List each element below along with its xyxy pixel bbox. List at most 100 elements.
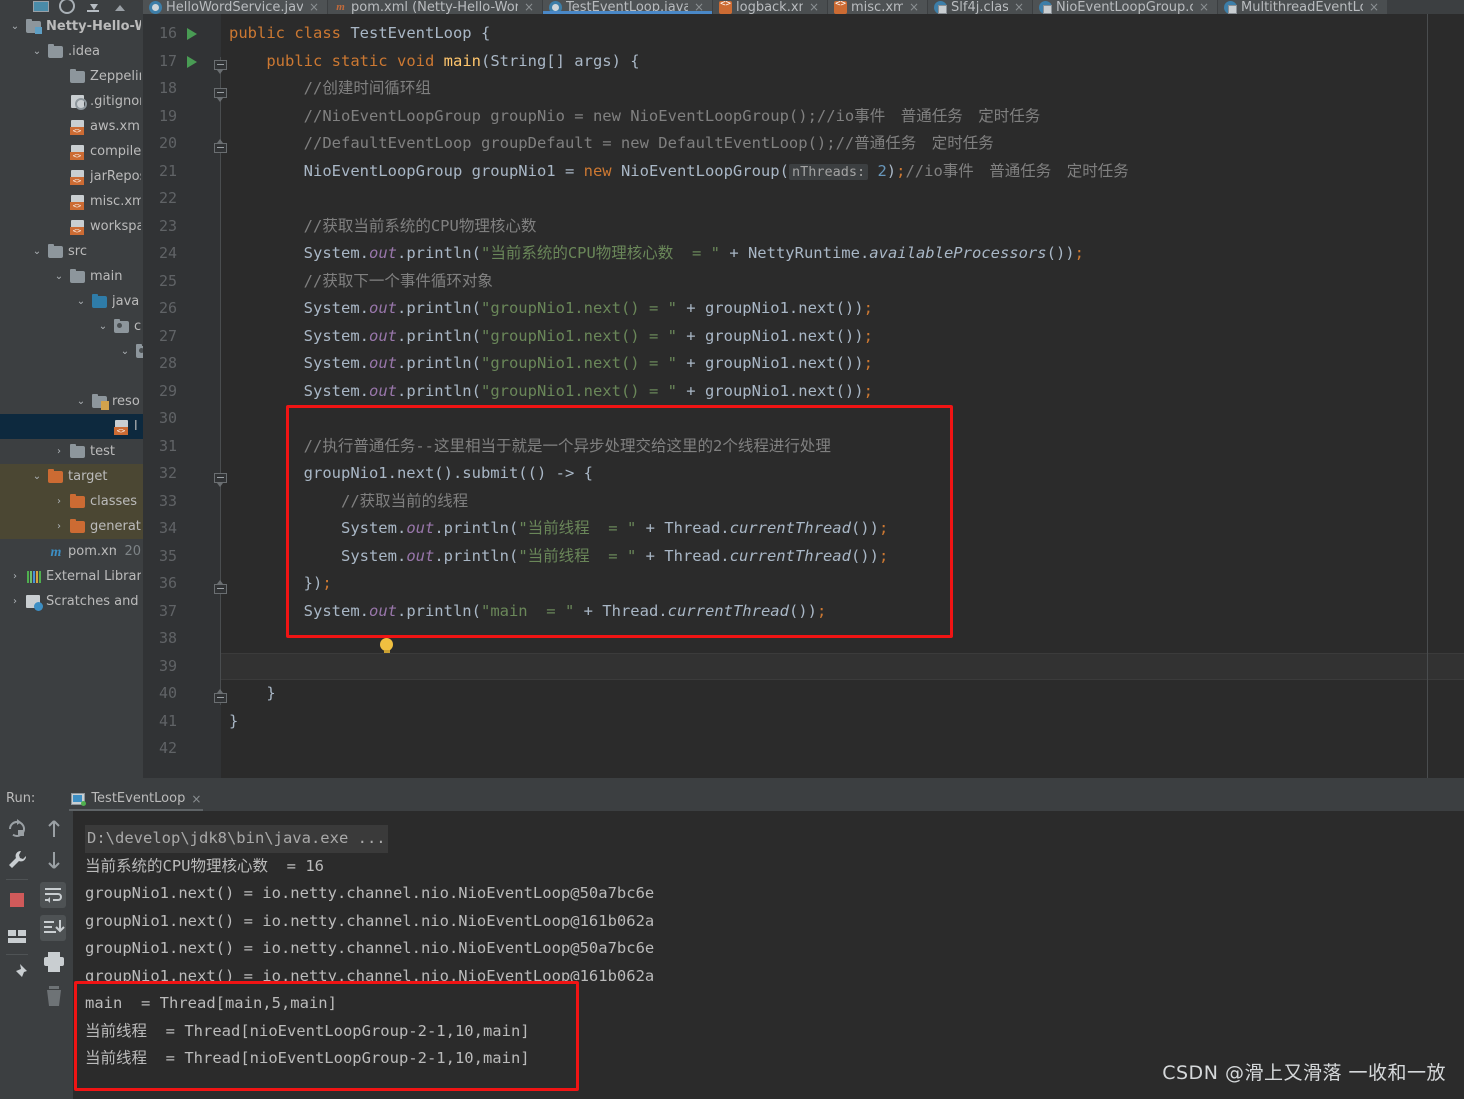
console-output[interactable]: D:\develop\jdk8\bin\java.exe ... 当前系统的CPU…: [73, 811, 1464, 1099]
tree-node-pom-xml[interactable]: ›mpom.xml20: [0, 539, 143, 564]
editor-tab-slf4j-class[interactable]: Slf4j.class ×: [928, 0, 1033, 14]
code-line-23[interactable]: //获取当前系统的CPU物理核心数: [229, 213, 537, 241]
tree-node-gitignor[interactable]: ›.gitignor: [0, 89, 143, 114]
code-line-21[interactable]: NioEventLoopGroup groupNio1 = new NioEve…: [229, 158, 1129, 186]
tree-node-generate[interactable]: › generate: [0, 514, 143, 539]
chevron-right-icon[interactable]: ›: [52, 521, 66, 532]
tree-node-aws-xml[interactable]: ›<>aws.xml: [0, 114, 143, 139]
editor-tab-nioeventloopgroup-class[interactable]: NioEventLoopGroup.class ×: [1033, 0, 1218, 14]
tree-node-l[interactable]: ›<>l: [0, 414, 143, 439]
print-icon[interactable]: [41, 949, 67, 975]
code-line-20[interactable]: //DefaultEventLoop groupDefault = new De…: [229, 130, 994, 158]
code-line-29[interactable]: System.out.println("groupNio1.next() = "…: [229, 378, 873, 406]
close-icon[interactable]: ×: [694, 0, 704, 14]
code-editor[interactable]: 16 17 18 19 20 21 22 23 24 25 26 27 28 29 30 31 32 33 34 35…: [143, 14, 1464, 778]
project-icon[interactable]: [32, 0, 50, 14]
tree-node-misc-xml[interactable]: ›<>misc.xml: [0, 189, 143, 214]
tree-node-external-librarie[interactable]: › External Librarie: [0, 564, 143, 589]
chevron-down-icon[interactable]: ⌄: [30, 46, 44, 57]
tree-node-java[interactable]: ⌄ java: [0, 289, 143, 314]
code-line-32[interactable]: groupNio1.next().submit(() -> {: [229, 460, 593, 488]
code-line-34[interactable]: System.out.println("当前线程 = " + Thread.cu…: [229, 515, 888, 543]
code-line-27[interactable]: System.out.println("groupNio1.next() = "…: [229, 323, 873, 351]
code-line-36[interactable]: });: [229, 570, 332, 598]
tree-node-node-13[interactable]: ⌄: [0, 339, 143, 364]
editor-tab-hellowordservice-java[interactable]: HelloWordService.java ×: [143, 0, 328, 14]
code-line-18[interactable]: //创建时间循环组: [229, 75, 431, 103]
tree-node-idea[interactable]: ⌄ .idea: [0, 39, 143, 64]
chevron-down-icon[interactable]: ⌄: [74, 396, 88, 407]
code-line-31[interactable]: //执行普通任务--这里相当于就是一个异步处理交给这里的2个线程进行处理: [229, 433, 831, 461]
editor-tab-pom-xml-netty-hello-word[interactable]: m pom.xml (Netty-Hello-Word) ×: [328, 0, 543, 14]
chevron-right-icon[interactable]: ›: [8, 596, 22, 607]
close-icon[interactable]: ×: [909, 0, 919, 14]
code-line-41[interactable]: }: [229, 708, 238, 736]
horizontal-splitter[interactable]: [0, 778, 1464, 786]
stop-icon[interactable]: [4, 887, 30, 913]
tree-node-scratches-and-c[interactable]: › Scratches and C: [0, 589, 143, 614]
vcs-icon[interactable]: [58, 0, 76, 14]
close-icon[interactable]: ×: [191, 792, 201, 806]
tree-node-c[interactable]: ⌄ c: [0, 314, 143, 339]
code-line-16[interactable]: public class TestEventLoop {: [229, 20, 490, 48]
tree-node-netty-hello-wo[interactable]: ⌄ Netty-Hello-Wo: [0, 14, 143, 39]
chevron-down-icon[interactable]: ⌄: [74, 296, 88, 307]
close-icon[interactable]: ×: [309, 0, 319, 14]
collapse-icon[interactable]: [110, 0, 128, 14]
up-arrow-icon[interactable]: [41, 816, 67, 842]
tree-node-classes[interactable]: › classes: [0, 489, 143, 514]
editor-tab-misc-xml[interactable]: misc.xml ×: [828, 0, 928, 14]
code-line-40[interactable]: }: [229, 680, 275, 708]
chevron-down-icon[interactable]: ⌄: [30, 246, 44, 257]
code-line-25[interactable]: //获取下一个事件循环对象: [229, 268, 493, 296]
layout-icon[interactable]: [4, 924, 30, 950]
right-margin-guide: [1427, 14, 1428, 778]
chevron-down-icon[interactable]: ⌄: [30, 471, 44, 482]
chevron-down-icon[interactable]: ⌄: [118, 346, 132, 357]
tree-node-compiler[interactable]: ›<>compiler: [0, 139, 143, 164]
tree-node-label: External Librarie: [46, 569, 141, 584]
editor-tab-multithreadeventloop[interactable]: MultithreadEventLoop ×: [1218, 0, 1388, 14]
chevron-right-icon[interactable]: ›: [52, 446, 66, 457]
chevron-down-icon[interactable]: ⌄: [8, 21, 22, 32]
tree-node-reso[interactable]: ⌄ reso: [0, 389, 143, 414]
close-icon[interactable]: ×: [1369, 0, 1379, 14]
tree-node-zeppelin[interactable]: ›Zeppelin: [0, 64, 143, 89]
scroll-to-end-icon[interactable]: [39, 914, 66, 941]
tree-node-main[interactable]: ⌄ main: [0, 264, 143, 289]
code-line-33[interactable]: //获取当前的线程: [229, 488, 468, 516]
code-line-24[interactable]: System.out.println("当前系统的CPU物理核心数 = " + …: [229, 240, 1084, 268]
code-line-17[interactable]: public static void main(String[] args) {: [229, 48, 639, 76]
editor-tab-testeventloop-java[interactable]: TestEventLoop.java ×: [543, 0, 713, 14]
code-line-28[interactable]: System.out.println("groupNio1.next() = "…: [229, 350, 873, 378]
tree-node-jarrepos[interactable]: ›<>jarRepos: [0, 164, 143, 189]
code-line-37[interactable]: System.out.println("main = " + Thread.cu…: [229, 598, 827, 626]
trash-icon[interactable]: [41, 983, 67, 1009]
tree-node-target[interactable]: ⌄ target: [0, 464, 143, 489]
code-line-19[interactable]: //NioEventLoopGroup groupNio = new NioEv…: [229, 103, 1041, 131]
close-icon[interactable]: ×: [809, 0, 819, 14]
close-icon[interactable]: ×: [1014, 0, 1024, 14]
download-icon[interactable]: [84, 0, 102, 14]
tree-node-node-14[interactable]: ›: [0, 364, 143, 389]
editor-tab-logback-xml[interactable]: logback.xml ×: [713, 0, 828, 14]
pin-icon[interactable]: [4, 961, 30, 987]
down-arrow-icon[interactable]: [41, 847, 67, 873]
close-icon[interactable]: ×: [1199, 0, 1209, 14]
rerun-icon[interactable]: [4, 816, 30, 842]
chevron-down-icon[interactable]: ⌄: [96, 321, 110, 332]
code-text-layer[interactable]: public class TestEventLoop { public stat…: [143, 14, 1464, 778]
code-line-26[interactable]: System.out.println("groupNio1.next() = "…: [229, 295, 873, 323]
code-line-35[interactable]: System.out.println("当前线程 = " + Thread.cu…: [229, 543, 888, 571]
close-icon[interactable]: ×: [524, 0, 534, 14]
soft-wrap-icon[interactable]: [39, 881, 66, 908]
chevron-down-icon[interactable]: ⌄: [52, 271, 66, 282]
tree-node-src[interactable]: ⌄ src: [0, 239, 143, 264]
tree-node-label: Netty-Hello-Wo: [46, 19, 141, 34]
chevron-right-icon[interactable]: ›: [52, 496, 66, 507]
tree-node-test[interactable]: › test: [0, 439, 143, 464]
wrench-icon[interactable]: [4, 847, 30, 873]
chevron-right-icon[interactable]: ›: [8, 571, 22, 582]
tree-node-workspa[interactable]: ›<>workspa: [0, 214, 143, 239]
run-tab-testeventloop[interactable]: TestEventLoop ×: [65, 786, 207, 811]
